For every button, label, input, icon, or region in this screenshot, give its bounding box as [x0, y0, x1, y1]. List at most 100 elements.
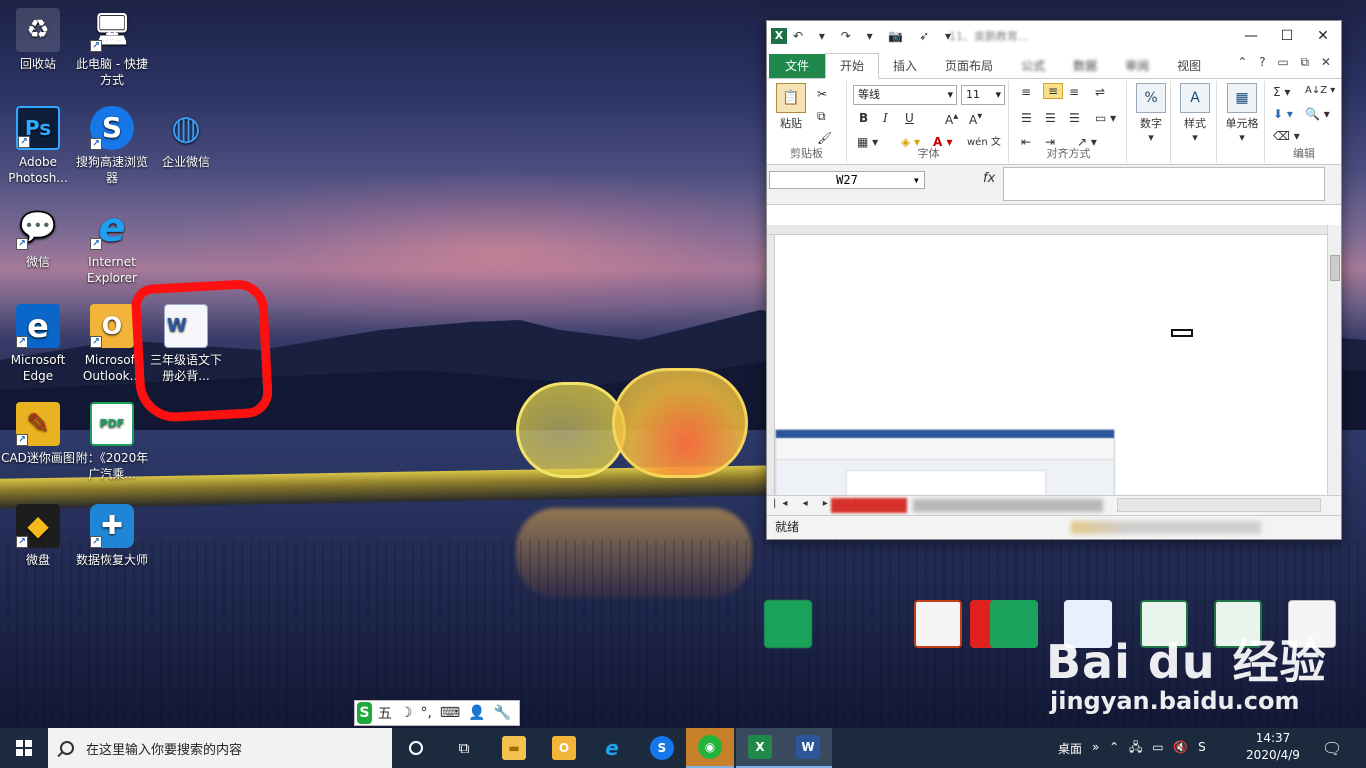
tab-review[interactable]: 审阅 — [1111, 54, 1163, 78]
underline-button[interactable]: U — [905, 111, 914, 125]
desktop-icon-wecom[interactable]: ◍ 企业微信 — [148, 106, 224, 170]
system-tray-icons[interactable]: » ⌃ 🖧 ▭ 🔇 S — [1092, 728, 1209, 768]
scroll-thumb[interactable] — [1330, 255, 1340, 281]
tab-data[interactable]: 数据 — [1059, 54, 1111, 78]
vertical-scrollbar[interactable] — [1327, 225, 1341, 495]
punctuation-icon[interactable]: °, — [420, 705, 431, 721]
tab-view[interactable]: 视图 — [1163, 54, 1215, 78]
tab-insert[interactable]: 插入 — [879, 54, 931, 78]
find-select-icon[interactable]: 🔍 ▾ — [1305, 107, 1330, 121]
maximize-button[interactable]: ☐ — [1273, 25, 1301, 47]
keyboard-icon[interactable]: ⌨ — [440, 705, 460, 721]
editing-group: Σ ▾ A↓Z ▾ ⬇ ▾ 🔍 ▾ ⌫ ▾ 编辑 — [1267, 81, 1341, 163]
tab-page-layout[interactable]: 页面布局 — [931, 54, 1007, 78]
ime-mode-wubi[interactable]: 五 — [378, 703, 392, 723]
align-center-icon[interactable]: ☰ — [1045, 111, 1056, 125]
excel-window[interactable]: X ↶ ▾ ↷ ▾ 📷 ➶ ▾ 11、奥鹏教育... — ☐ ✕ 文件 开始 插… — [766, 20, 1342, 540]
insert-function-button[interactable]: fx — [983, 171, 995, 186]
baidu-jingyan-watermark: Bai du 经验 jingyan.baidu.com — [1046, 636, 1327, 714]
name-box[interactable]: W27 ▾ — [769, 171, 925, 189]
decrease-font-icon[interactable]: A▾ — [969, 111, 982, 127]
wrench-icon[interactable]: 🔧 — [494, 705, 511, 721]
start-button[interactable] — [0, 728, 48, 768]
taskbar-word[interactable]: W — [784, 728, 832, 768]
formula-input[interactable] — [1003, 167, 1325, 201]
align-bottom-icon[interactable]: ≡ — [1069, 85, 1079, 99]
wrap-text-icon[interactable]: ⇌ — [1095, 85, 1105, 99]
number-format-button[interactable]: % 数字 ▾ — [1133, 83, 1169, 144]
align-left-icon[interactable]: ☰ — [1021, 111, 1032, 125]
fill-icon[interactable]: ⬇ ▾ — [1273, 107, 1293, 121]
align-middle-icon[interactable]: ≡ — [1043, 83, 1064, 99]
clear-icon[interactable]: ⌫ ▾ — [1273, 129, 1300, 143]
desktop-icon-data-recovery[interactable]: ✚ ↗ 数据恢复大师 — [74, 504, 150, 568]
horizontal-ruler — [767, 225, 1341, 235]
icon-label: Adobe Photosh... — [8, 155, 68, 185]
zoom-controls[interactable] — [1071, 521, 1261, 534]
styles-button[interactable]: A 样式 ▾ — [1177, 83, 1213, 144]
icon-label: 附：《2020年广汽乘... — [75, 451, 149, 481]
cut-icon[interactable]: ✂ — [817, 87, 827, 101]
align-top-icon[interactable]: ≡ — [1021, 85, 1031, 99]
copy-icon[interactable]: ⧉ — [817, 109, 826, 124]
sheet-tabs-other[interactable] — [913, 499, 1103, 512]
sort-filter-button[interactable]: A↓Z ▾ — [1305, 85, 1335, 96]
powerpoint-file-icon[interactable] — [914, 600, 962, 648]
close-button[interactable]: ✕ — [1309, 25, 1337, 47]
pdf-file-icon[interactable] — [990, 600, 1038, 648]
taskbar-internet-explorer[interactable]: e — [588, 728, 636, 768]
horizontal-scrollbar[interactable] — [1117, 498, 1321, 512]
cortana-button[interactable] — [392, 728, 440, 768]
pdf-shortcut-icon[interactable] — [764, 600, 812, 648]
desktop-icon-pdf-file[interactable]: PDF 附：《2020年广汽乘... — [74, 402, 150, 482]
taskbar-search[interactable]: 在这里输入你要搜索的内容 — [48, 728, 392, 768]
taskbar-wechat[interactable]: ◉ — [686, 728, 734, 768]
worksheet-area[interactable] — [767, 225, 1341, 500]
ribbon-window-controls[interactable]: ⌃ ? ▭ ⧉ ✕ — [1237, 55, 1335, 70]
desktop-icon-weipan[interactable]: ◆ ↗ 微盘 — [0, 504, 76, 568]
desktop-icon-internet-explorer[interactable]: e ↗ Internet Explorer — [74, 206, 150, 286]
task-view-button[interactable]: ⧉ — [440, 728, 488, 768]
italic-button[interactable]: I — [883, 111, 888, 125]
ime-toolbar[interactable]: S 五 ☽ °, ⌨ 👤 🔧 — [354, 700, 520, 726]
font-size-select[interactable]: 11 ▾ — [961, 85, 1005, 105]
moon-icon[interactable]: ☽ — [400, 705, 413, 721]
minimize-button[interactable]: — — [1237, 25, 1265, 47]
quick-access-toolbar[interactable]: ↶ ▾ ↷ ▾ 📷 ➶ ▾ — [793, 29, 957, 43]
autosum-button[interactable]: Σ ▾ — [1273, 85, 1290, 99]
tab-home[interactable]: 开始 — [825, 53, 880, 79]
excel-title-bar[interactable]: X ↶ ▾ ↷ ▾ 📷 ➶ ▾ 11、奥鹏教育... — ☐ ✕ — [767, 21, 1341, 51]
taskbar: 在这里输入你要搜索的内容 ⧉ ▬ O e S ◉ X W 桌面 » ⌃ 🖧 ▭ … — [0, 728, 1366, 768]
user-icon[interactable]: 👤 — [468, 705, 485, 721]
merge-icon[interactable]: ▭ ▾ — [1095, 111, 1116, 125]
notification-icon: 🗨 — [1322, 738, 1343, 758]
desktop-icon-this-pc[interactable]: 🖥 ↗ 此电脑 - 快捷方式 — [74, 8, 150, 88]
desktop-icon-recycle-bin[interactable]: ♻ 回收站 — [0, 8, 76, 72]
font-name-select[interactable]: 等线 ▾ — [853, 85, 957, 105]
tab-formulas[interactable]: 公式 — [1007, 54, 1059, 78]
sogou-ime-icon[interactable]: S — [357, 702, 372, 724]
formula-bar: W27 ▾ fx — [767, 165, 1341, 205]
desktop-toolbar-label[interactable]: 桌面 — [1058, 728, 1082, 768]
tab-file[interactable]: 文件 — [769, 54, 826, 78]
notification-center-button[interactable]: 🗨 — [1322, 728, 1342, 768]
sheet-tab-active[interactable] — [831, 498, 907, 513]
desktop-icon-photoshop[interactable]: Ps ↗ Adobe Photosh... — [0, 106, 76, 186]
desktop-icon-cad-paint[interactable]: ✎ ↗ CAD迷你画图 — [0, 402, 76, 466]
taskbar-excel[interactable]: X — [736, 728, 784, 768]
cells-button[interactable]: ▦ 单元格 ▾ — [1219, 83, 1265, 144]
taskbar-file-explorer[interactable]: ▬ — [490, 728, 538, 768]
ie-icon: e — [605, 736, 619, 760]
taskbar-clock[interactable]: 14:37 2020/4/9 — [1238, 730, 1308, 764]
increase-font-icon[interactable]: A▴ — [945, 111, 958, 127]
taskbar-sogou-browser[interactable]: S — [638, 728, 686, 768]
desktop-icon-edge[interactable]: e ↗ Microsoft Edge — [0, 304, 76, 384]
desktop-icon-wechat[interactable]: 💬 ↗ 微信 — [0, 206, 76, 270]
desktop-icon-sogou-browser[interactable]: S ↗ 搜狗高速浏览器 — [74, 106, 150, 186]
sogou-browser-icon: S — [650, 736, 674, 760]
taskbar-outlook[interactable]: O — [540, 728, 588, 768]
bold-button[interactable]: B — [859, 111, 868, 125]
format-painter-icon[interactable]: 🖌 — [817, 131, 832, 145]
align-right-icon[interactable]: ☰ — [1069, 111, 1080, 125]
paste-button[interactable]: 📋 粘贴 — [773, 83, 809, 131]
